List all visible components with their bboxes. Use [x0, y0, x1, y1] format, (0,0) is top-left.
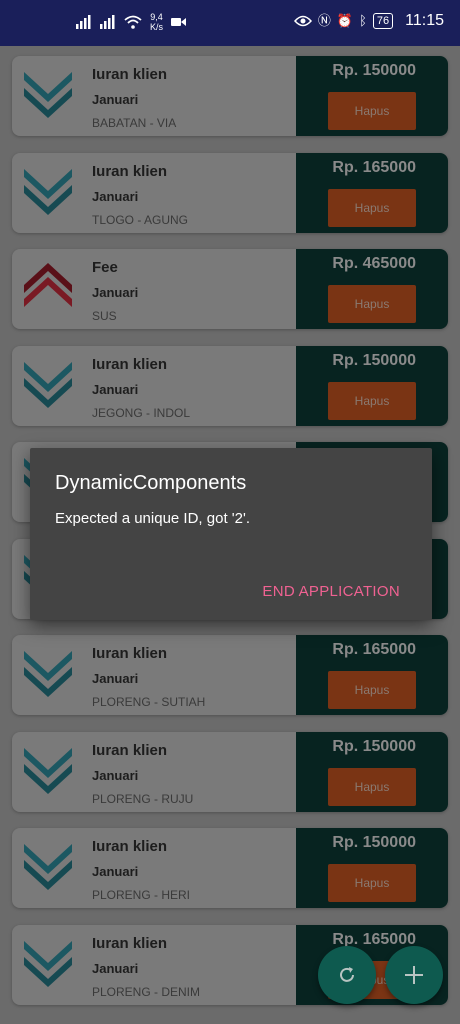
item-month: Januari: [92, 285, 139, 300]
list-item[interactable]: Iuran klien Januari PLORENG - SUTIAH Rp. 16…: [12, 635, 448, 715]
delete-button[interactable]: Hapus: [328, 767, 416, 806]
item-month: Januari: [92, 92, 139, 107]
item-month: Januari: [92, 381, 139, 397]
error-dialog: DynamicComponents Expected a unique ID, …: [30, 448, 432, 620]
battery-icon: 76: [372, 13, 394, 29]
list-item[interactable]: Fee Januari SUS Rp. 465000 Hapus: [12, 249, 448, 329]
list-item[interactable]: Iuran klien Januari TLOGO - AGUNG Rp. 16500…: [12, 152, 448, 233]
list-item[interactable]: Iuran klien Januari PLORENG - HERI Rp. 1500…: [12, 828, 448, 908]
list-item[interactable]: Iuran klien Januari PLORENG - RUJU Rp. 1500…: [12, 731, 448, 812]
chevron-down-icon: [24, 844, 72, 890]
item-amount: Rp. 150000: [332, 834, 416, 851]
item-location: PLORENG - HERI: [92, 888, 191, 902]
item-month: Januari: [92, 671, 139, 686]
net-speed-value: 9,4: [150, 12, 163, 22]
delete-button[interactable]: Hapus: [328, 671, 416, 709]
signal-icon-2: [100, 15, 115, 29]
end-application-button[interactable]: END APPLICATION: [256, 582, 406, 601]
dialog-message: Expected a unique ID, got '2'.: [55, 510, 251, 527]
item-location: BABATAN - VIA: [92, 116, 177, 130]
list-item[interactable]: Iuran klien Januari BABATAN - VIA Rp. 15000…: [12, 56, 448, 136]
status-left: 9,4 K/s: [76, 12, 187, 32]
status-right: Ⓝ ⏰ ᛒ 76 11:15: [293, 12, 444, 30]
item-title: Iuran klien: [92, 645, 168, 662]
item-title: Iuran klien: [92, 355, 168, 373]
item-amount: Rp. 465000: [332, 255, 416, 272]
refresh-icon: [340, 967, 354, 982]
item-title: Iuran klien: [92, 838, 168, 855]
item-title: Iuran klien: [92, 741, 168, 759]
refresh-fab[interactable]: [318, 946, 376, 1004]
chevron-down-icon: [24, 747, 72, 794]
alarm-icon: ⏰: [336, 13, 354, 28]
list-item[interactable]: Iuran klien Januari JEGONG - INDOL Rp. 1500…: [12, 345, 448, 426]
chevron-down-icon: [24, 72, 72, 118]
wifi-icon: [124, 15, 142, 29]
chevron-down-icon: [24, 651, 72, 697]
delete-button[interactable]: Hapus: [328, 285, 416, 323]
delete-button[interactable]: Hapus: [328, 188, 416, 227]
net-speed: 9,4 K/s: [150, 12, 163, 32]
eye-icon: [293, 15, 312, 27]
item-location: PLORENG - SUTIAH: [92, 695, 206, 709]
item-location: JEGONG - INDOL: [92, 405, 191, 420]
item-location: SUS: [92, 309, 117, 323]
delete-button[interactable]: Hapus: [328, 92, 416, 130]
status-time: 11:15: [405, 12, 444, 29]
nfc-icon: Ⓝ: [317, 13, 331, 28]
item-month: Januari: [92, 960, 139, 976]
status-bar: 9,4 K/s Ⓝ ⏰ ᛒ 76 11:15: [0, 0, 460, 46]
item-location: PLORENG - DENIM: [92, 984, 201, 999]
bluetooth-icon: ᛒ: [359, 13, 367, 28]
net-speed-unit: K/s: [150, 22, 164, 32]
item-month: Januari: [92, 864, 139, 879]
list-item[interactable]: Iuran klien Januari PLORENG - DENIM Rp. 165…: [12, 924, 448, 1005]
video-icon: [171, 18, 187, 26]
delete-button[interactable]: Hapus: [328, 381, 416, 420]
delete-button[interactable]: Hapus: [328, 864, 416, 902]
item-title: Iuran klien: [92, 162, 168, 180]
signal-icon: [76, 15, 91, 29]
item-location: PLORENG - RUJU: [92, 791, 194, 806]
item-amount: Rp. 150000: [332, 351, 416, 369]
item-amount: Rp. 150000: [332, 737, 416, 755]
item-amount: Rp. 150000: [332, 62, 416, 79]
add-fab[interactable]: [385, 946, 443, 1004]
item-amount: Rp. 165000: [332, 158, 416, 176]
item-amount: Rp. 165000: [332, 641, 416, 658]
plus-icon: [405, 966, 423, 984]
item-title: Fee: [92, 259, 118, 276]
item-title: Iuran klien: [92, 934, 168, 952]
chevron-down-icon: [24, 168, 72, 215]
item-location: TLOGO - AGUNG: [92, 212, 189, 227]
item-month: Januari: [92, 188, 139, 204]
item-month: Januari: [92, 767, 139, 783]
chevron-up-icon: [24, 263, 72, 307]
item-title: Iuran klien: [92, 66, 168, 83]
dialog-title: DynamicComponents: [55, 472, 247, 494]
chevron-down-icon: [24, 361, 72, 408]
chevron-down-icon: [24, 940, 72, 987]
